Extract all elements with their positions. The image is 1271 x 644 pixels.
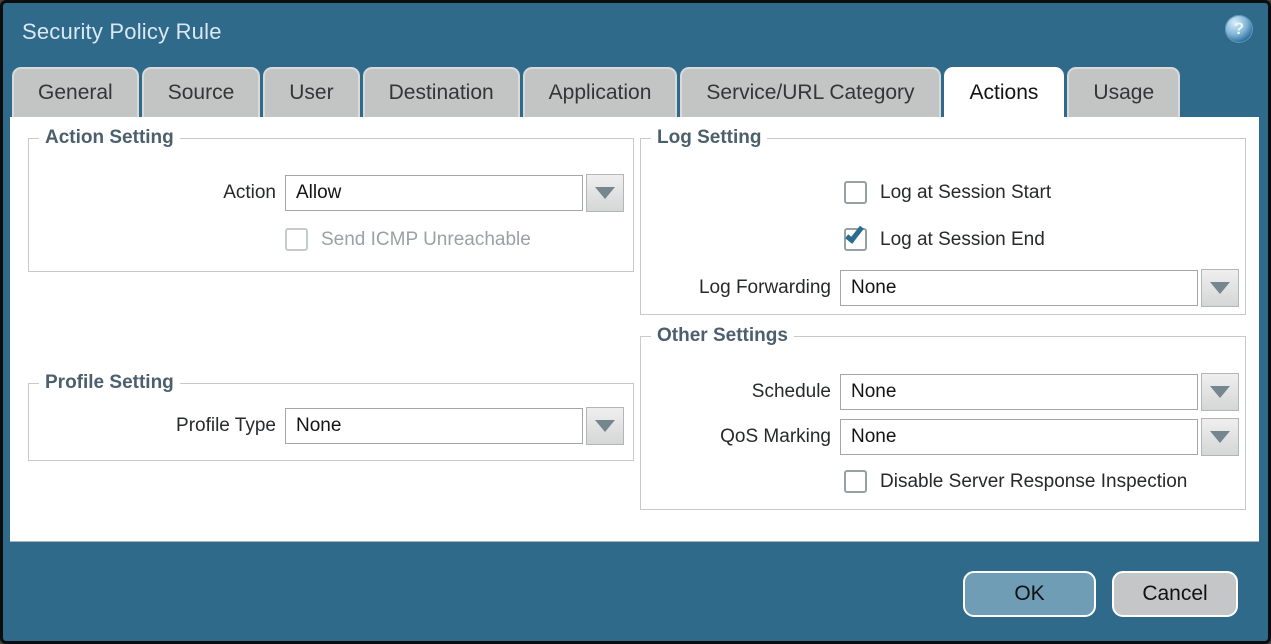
tab-destination[interactable]: Destination xyxy=(363,67,520,117)
log-session-start-row: Log at Session Start xyxy=(844,181,1051,204)
qos-marking-value: None xyxy=(851,426,896,448)
profile-type-label: Profile Type xyxy=(28,415,276,437)
log-session-end-row: Log at Session End xyxy=(844,228,1045,251)
log-forwarding-label: Log Forwarding xyxy=(640,277,831,299)
tab-user[interactable]: User xyxy=(263,67,359,117)
help-icon[interactable]: ? xyxy=(1225,15,1253,43)
chevron-down-icon xyxy=(1210,431,1230,443)
qos-marking-dropdown[interactable]: None xyxy=(840,419,1198,455)
tab-source[interactable]: Source xyxy=(142,67,261,117)
security-policy-rule-dialog: Security Policy Rule ? General Source Us… xyxy=(0,0,1271,644)
action-label: Action xyxy=(28,182,276,204)
chevron-down-icon xyxy=(595,187,615,199)
send-icmp-label: Send ICMP Unreachable xyxy=(321,229,531,251)
qos-marking-dropdown-button[interactable] xyxy=(1201,418,1239,456)
log-forwarding-dropdown[interactable]: None xyxy=(840,270,1198,306)
qos-marking-row: QoS Marking None xyxy=(640,418,1239,456)
action-setting-legend: Action Setting xyxy=(39,127,180,149)
schedule-row: Schedule None xyxy=(640,373,1239,411)
chevron-down-icon xyxy=(595,420,615,432)
schedule-value: None xyxy=(851,381,896,403)
dsri-row: Disable Server Response Inspection xyxy=(844,470,1187,493)
log-session-end-label: Log at Session End xyxy=(880,229,1045,251)
actions-tab-panel: Action Setting Action Allow Send ICMP Un… xyxy=(10,117,1259,542)
schedule-dropdown[interactable]: None xyxy=(840,374,1198,410)
cancel-button[interactable]: Cancel xyxy=(1112,571,1238,617)
action-value: Allow xyxy=(296,182,341,204)
schedule-label: Schedule xyxy=(640,381,831,403)
log-session-start-label: Log at Session Start xyxy=(880,182,1051,204)
log-forwarding-dropdown-button[interactable] xyxy=(1201,269,1239,307)
dsri-checkbox[interactable] xyxy=(844,470,867,493)
profile-setting-legend: Profile Setting xyxy=(39,372,180,394)
log-session-end-checkbox[interactable] xyxy=(844,228,867,251)
log-setting-legend: Log Setting xyxy=(651,127,767,149)
log-forwarding-row: Log Forwarding None xyxy=(640,269,1239,307)
send-icmp-checkbox xyxy=(285,228,308,251)
tab-actions[interactable]: Actions xyxy=(944,67,1065,117)
action-dropdown-button[interactable] xyxy=(586,174,624,212)
log-forwarding-value: None xyxy=(851,277,896,299)
tab-application[interactable]: Application xyxy=(523,67,678,117)
schedule-dropdown-button[interactable] xyxy=(1201,373,1239,411)
chevron-down-icon xyxy=(1210,386,1230,398)
chevron-down-icon xyxy=(1210,282,1230,294)
send-icmp-row: Send ICMP Unreachable xyxy=(285,228,531,251)
dialog-title: Security Policy Rule xyxy=(22,19,222,45)
qos-marking-label: QoS Marking xyxy=(640,426,831,448)
other-settings-legend: Other Settings xyxy=(651,325,794,347)
profile-type-dropdown[interactable]: None xyxy=(285,408,583,444)
log-session-start-checkbox[interactable] xyxy=(844,181,867,204)
tab-service-url-category[interactable]: Service/URL Category xyxy=(680,67,940,117)
dsri-label: Disable Server Response Inspection xyxy=(880,471,1187,493)
tab-usage[interactable]: Usage xyxy=(1067,67,1180,117)
profile-type-row: Profile Type None xyxy=(28,407,624,445)
tab-general[interactable]: General xyxy=(12,67,139,117)
ok-button[interactable]: OK xyxy=(963,571,1096,617)
action-dropdown[interactable]: Allow xyxy=(285,175,583,211)
action-row: Action Allow xyxy=(28,174,624,212)
profile-type-dropdown-button[interactable] xyxy=(586,407,624,445)
help-icon-glyph: ? xyxy=(1234,19,1244,39)
tabstrip: General Source User Destination Applicat… xyxy=(12,67,1180,117)
profile-type-value: None xyxy=(296,415,341,437)
